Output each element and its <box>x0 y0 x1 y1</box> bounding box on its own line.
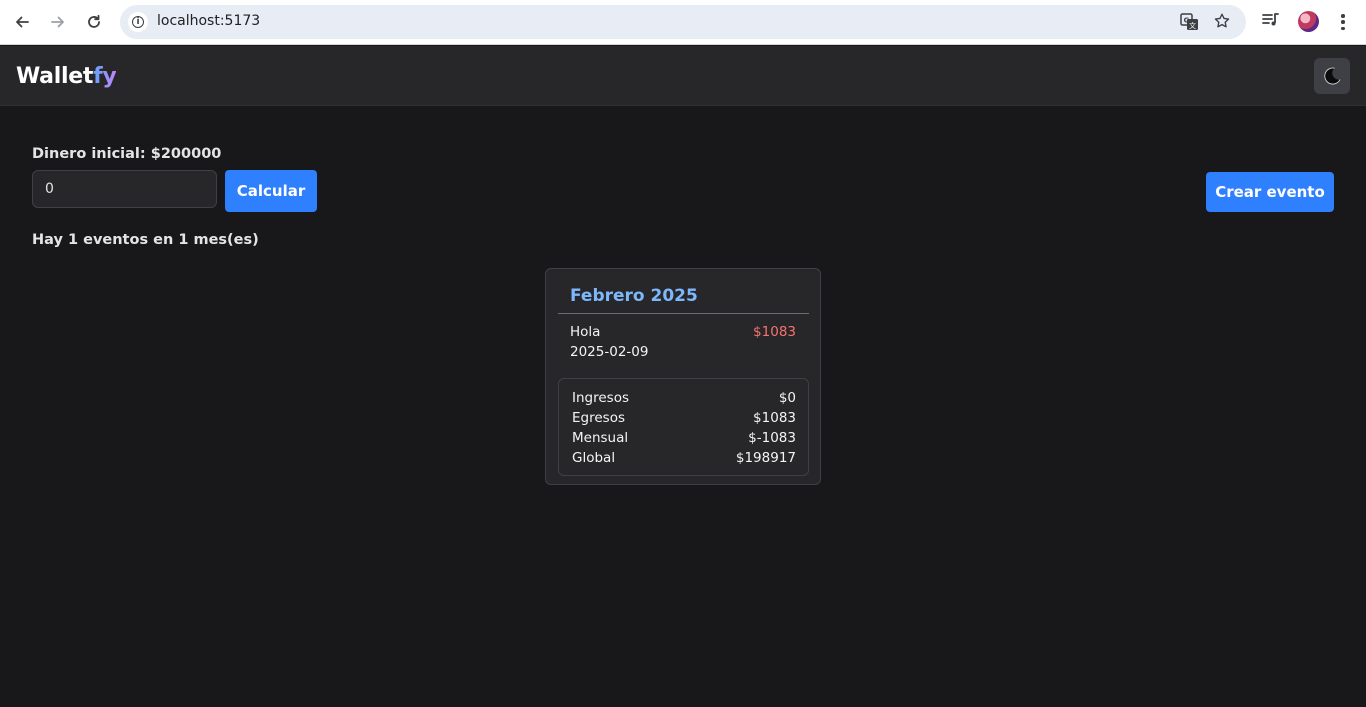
totals-row-global: Global $198917 <box>572 448 796 468</box>
totals-label: Global <box>572 450 616 466</box>
totals-value: $1083 <box>753 410 796 426</box>
arrow-right-icon <box>51 16 64 28</box>
calculate-button[interactable]: Calcular <box>225 170 317 212</box>
forward-button[interactable] <box>45 9 71 35</box>
brand-name: Wallet <box>16 64 94 89</box>
divider <box>558 313 809 314</box>
totals-row-mensual: Mensual $-1083 <box>572 428 796 448</box>
arrow-left-icon <box>16 16 29 28</box>
profile-avatar[interactable] <box>1298 11 1319 32</box>
moon-icon <box>1324 67 1341 85</box>
media-control-icon[interactable] <box>1262 12 1280 30</box>
month-title: Febrero 2025 <box>570 286 698 306</box>
totals-value: $0 <box>778 390 796 406</box>
event-date: 2025-02-09 <box>570 344 649 360</box>
url-text[interactable]: localhost:5173 <box>157 13 260 29</box>
create-event-button[interactable]: Crear evento <box>1206 172 1334 212</box>
bookmark-star-icon[interactable] <box>1213 12 1231 30</box>
brand-logo: Walletfy <box>16 64 117 89</box>
reload-button[interactable] <box>81 9 107 35</box>
event-name: Hola <box>570 324 601 340</box>
theme-toggle-button[interactable] <box>1314 58 1350 94</box>
totals-label: Ingresos <box>572 390 629 406</box>
totals-value: $-1083 <box>748 430 796 446</box>
translate-icon[interactable]: G 文 <box>1180 13 1199 31</box>
totals-row-egresos: Egresos $1083 <box>572 408 796 428</box>
month-card: Febrero 2025 Hola $1083 2025-02-09 Ingre… <box>545 268 821 485</box>
totals-value: $198917 <box>735 450 796 466</box>
back-button[interactable] <box>9 9 35 35</box>
events-summary: Hay 1 eventos en 1 mes(es) <box>32 232 259 248</box>
brand-accent: fy <box>93 64 117 89</box>
svg-text:文: 文 <box>1189 21 1196 30</box>
totals-row-ingresos: Ingresos $0 <box>572 388 796 408</box>
reload-icon <box>88 14 100 28</box>
browser-menu-icon[interactable] <box>1336 12 1350 32</box>
event-amount: $1083 <box>753 324 796 340</box>
browser-toolbar: i localhost:5173 G 文 <box>0 0 1366 45</box>
address-bar[interactable]: i localhost:5173 G 文 <box>120 5 1246 39</box>
site-info-icon[interactable]: i <box>128 12 148 32</box>
app-header: Walletfy <box>0 46 1366 106</box>
totals-label: Mensual <box>572 430 629 446</box>
initial-money-label: Dinero inicial: $200000 <box>32 146 222 162</box>
totals-label: Egresos <box>572 410 625 426</box>
month-totals: Ingresos $0 Egresos $1083 Mensual $-1083… <box>558 378 809 476</box>
amount-input[interactable] <box>32 170 217 208</box>
